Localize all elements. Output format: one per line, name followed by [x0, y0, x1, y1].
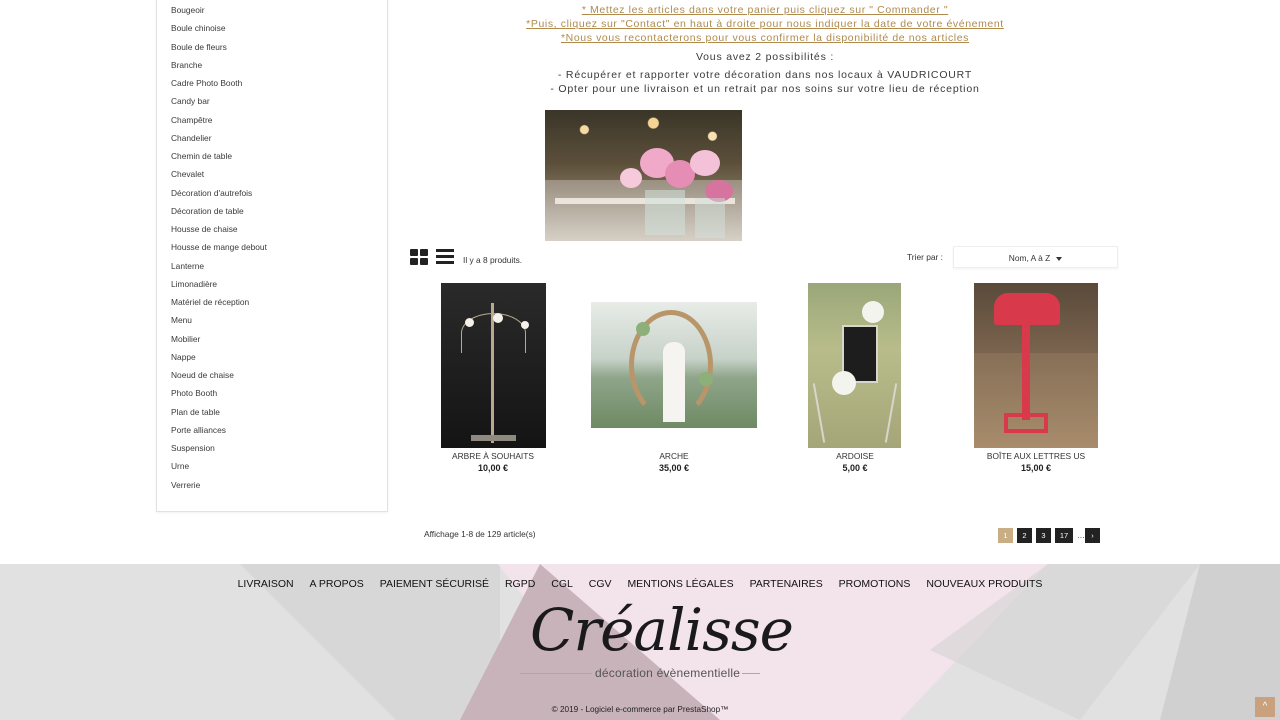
- footer-link-cgl[interactable]: CGL: [551, 578, 573, 590]
- category-link[interactable]: Limonadière: [171, 275, 267, 293]
- notice-text: *Nous vous recontacterons pour vous conf…: [560, 32, 970, 44]
- product-image[interactable]: [441, 283, 546, 448]
- footer-nav: LIVRAISON A PROPOS PAIEMENT SÉCURISÉ RGP…: [0, 578, 1280, 590]
- product-name[interactable]: ARCHE: [584, 451, 764, 461]
- copyright[interactable]: © 2019 - Logiciel e-commerce par PrestaS…: [0, 705, 1280, 714]
- category-link[interactable]: Branche: [171, 56, 267, 74]
- page-3-button[interactable]: 3: [1036, 528, 1051, 543]
- product-image[interactable]: [974, 283, 1098, 448]
- product-price: 35,00 €: [658, 463, 690, 473]
- notice-line-order: * Mettez les articles dans votre panier …: [400, 3, 1130, 17]
- category-link[interactable]: Chandelier: [171, 129, 267, 147]
- product-price: 15,00 €: [1020, 463, 1052, 473]
- category-link[interactable]: Lanterne: [171, 257, 267, 275]
- category-sidebar: Bougeoir Boule chinoise Boule de fleurs …: [156, 0, 388, 512]
- brand-logo[interactable]: Créalisse décoration évènementielle: [520, 592, 794, 688]
- notice-option-delivery: - Opter pour une livraison et un retrait…: [550, 83, 980, 95]
- notice-options-title: Vous avez 2 possibilités :: [695, 51, 835, 63]
- footer-link-mentions[interactable]: MENTIONS LÉGALES: [627, 578, 733, 590]
- notice-text: *Puis, cliquez sur "Contact" en haut à d…: [526, 18, 1004, 30]
- product-name[interactable]: ARBRE À SOUHAITS: [403, 451, 583, 461]
- category-link[interactable]: Noeud de chaise: [171, 366, 267, 384]
- category-link[interactable]: Nappe: [171, 348, 267, 366]
- category-link[interactable]: Chevalet: [171, 165, 267, 183]
- next-page-button[interactable]: ›: [1085, 528, 1100, 543]
- category-link[interactable]: Boule chinoise: [171, 19, 267, 37]
- sort-dropdown[interactable]: Nom, A à Z: [953, 246, 1118, 268]
- footer-link-partenaires[interactable]: PARTENAIRES: [750, 578, 823, 590]
- category-link[interactable]: Mobilier: [171, 330, 267, 348]
- logo-tagline: décoration évènementielle: [595, 666, 741, 680]
- caret-down-icon: [1056, 256, 1063, 261]
- category-link[interactable]: Décoration de table: [171, 202, 267, 220]
- footer-link-cgv[interactable]: CGV: [589, 578, 612, 590]
- category-link[interactable]: Candy bar: [171, 92, 267, 110]
- category-banner-image: [545, 110, 742, 241]
- page-1-button[interactable]: 1: [998, 528, 1013, 543]
- footer-link-promotions[interactable]: PROMOTIONS: [839, 578, 911, 590]
- footer-link-nouveaux-produits[interactable]: NOUVEAUX PRODUITS: [926, 578, 1042, 590]
- category-link[interactable]: Bougeoir: [171, 1, 267, 19]
- footer-link-livraison[interactable]: LIVRAISON: [238, 578, 294, 590]
- page: Bougeoir Boule chinoise Boule de fleurs …: [0, 0, 1280, 720]
- grid-view-icon[interactable]: [410, 249, 428, 265]
- logo-line-left: [520, 673, 592, 674]
- category-link[interactable]: Décoration d'autrefois: [171, 184, 267, 202]
- logo-wordmark: Créalisse: [530, 596, 794, 664]
- page-2-button[interactable]: 2: [1017, 528, 1032, 543]
- category-link[interactable]: Champêtre: [171, 111, 267, 129]
- product-price: 10,00 €: [477, 463, 509, 473]
- product-count: Il y a 8 produits.: [463, 255, 523, 265]
- footer: LIVRAISON A PROPOS PAIEMENT SÉCURISÉ RGP…: [0, 564, 1280, 720]
- footer-link-a-propos[interactable]: A PROPOS: [310, 578, 364, 590]
- page-17-button[interactable]: 17: [1055, 528, 1073, 543]
- sort-label: Trier par :: [907, 252, 943, 262]
- category-link[interactable]: Suspension: [171, 439, 267, 457]
- logo-line-right: [742, 673, 760, 674]
- category-link[interactable]: Matériel de réception: [171, 293, 267, 311]
- category-link[interactable]: Boule de fleurs: [171, 38, 267, 56]
- pagination: 1 2 3 17 … ›: [998, 528, 1104, 543]
- product-image[interactable]: [591, 302, 757, 428]
- notice-line-availability: *Nous vous recontacterons pour vous conf…: [400, 31, 1130, 45]
- category-link[interactable]: Porte alliances: [171, 421, 267, 439]
- product-name[interactable]: BOÎTE AUX LETTRES US: [946, 451, 1126, 461]
- chevron-up-icon[interactable]: ^: [1255, 697, 1275, 717]
- footer-link-rgpd[interactable]: RGPD: [505, 578, 535, 590]
- footer-link-paiement[interactable]: PAIEMENT SÉCURISÉ: [380, 578, 489, 590]
- category-link[interactable]: Verrerie: [171, 476, 267, 494]
- product-price: 5,00 €: [842, 463, 868, 473]
- category-link[interactable]: Urne: [171, 457, 267, 475]
- product-image[interactable]: [808, 283, 901, 448]
- pagination-ellipsis: …: [1077, 531, 1085, 540]
- category-list: Bougeoir Boule chinoise Boule de fleurs …: [171, 1, 267, 494]
- notice-option-pickup: - Récupérer et rapporter votre décoratio…: [557, 69, 973, 81]
- pagination-summary: Affichage 1-8 de 129 article(s): [424, 529, 536, 539]
- category-link[interactable]: Photo Booth: [171, 384, 267, 402]
- notice-text: * Mettez les articles dans votre panier …: [581, 4, 949, 16]
- category-link[interactable]: Cadre Photo Booth: [171, 74, 267, 92]
- category-link[interactable]: Housse de chaise: [171, 220, 267, 238]
- category-link[interactable]: Housse de mange debout: [171, 238, 267, 256]
- notice-line-contact: *Puis, cliquez sur "Contact" en haut à d…: [400, 17, 1130, 31]
- list-view-icon[interactable]: [436, 249, 454, 265]
- category-link[interactable]: Menu: [171, 311, 267, 329]
- product-name[interactable]: ARDOISE: [765, 451, 945, 461]
- category-link[interactable]: Plan de table: [171, 403, 267, 421]
- category-link[interactable]: Chemin de table: [171, 147, 267, 165]
- sort-value: Nom, A à Z: [1008, 253, 1051, 263]
